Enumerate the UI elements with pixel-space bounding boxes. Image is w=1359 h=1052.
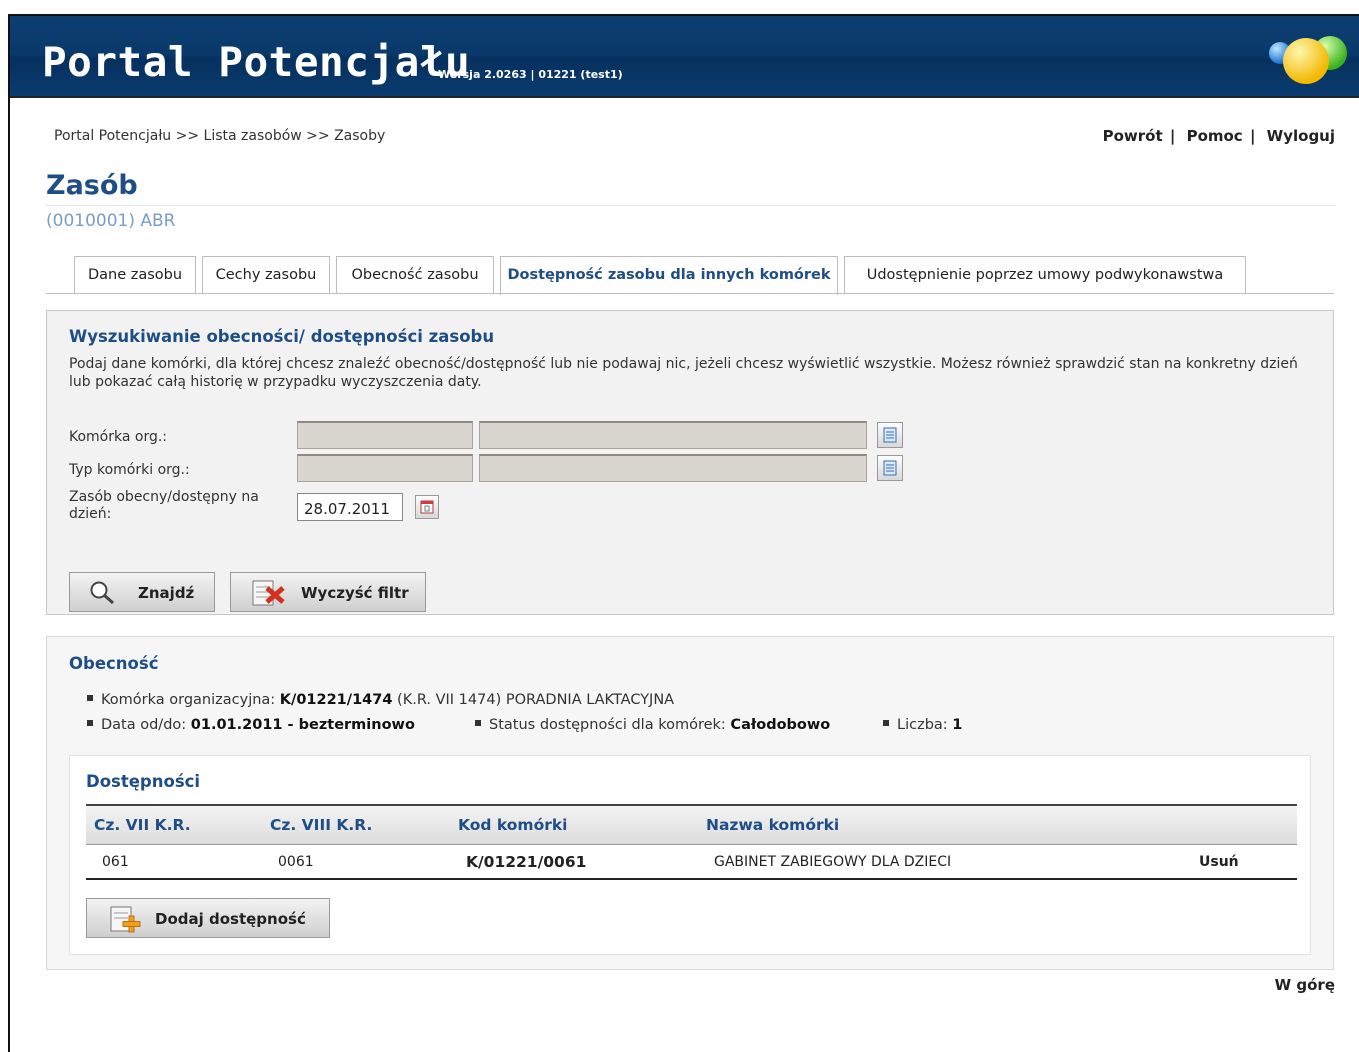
add-availability-button[interactable]: Dodaj dostępność	[86, 898, 330, 938]
app-frame: Portal Potencjału Wersja 2.0263 | 01221 …	[8, 14, 1359, 1052]
column-header-cz7[interactable]: Cz. VII K.R.	[86, 804, 262, 845]
breadcrumb[interactable]: Portal Potencjału >> Lista zasobów >> Za…	[54, 128, 385, 144]
tab-udostepnienie[interactable]: Udostępnienie poprzez umowy podwykonawst…	[844, 256, 1246, 294]
presence-panel: Obecność Komórka organizacyjna: K/01221/…	[46, 636, 1334, 970]
tab-obecnosc-zasobu[interactable]: Obecność zasobu	[336, 256, 494, 294]
magnifier-icon	[90, 581, 114, 605]
presence-title: Obecność	[69, 654, 159, 673]
org-unit-picker-button[interactable]	[877, 422, 903, 448]
status-info: Status dostępności dla komórek: Całodobo…	[475, 717, 830, 733]
header-banner: Portal Potencjału Wersja 2.0263 | 01221 …	[10, 16, 1359, 98]
clear-filter-button[interactable]: Wyczyść filtr	[230, 572, 426, 612]
date-label: Zasób obecny/dostępny na dzień:	[69, 489, 259, 522]
column-header-name[interactable]: Nazwa komórki	[698, 804, 1199, 845]
org-unit-name-field[interactable]	[479, 421, 867, 449]
list-icon	[883, 460, 897, 476]
logo-icon	[1243, 26, 1353, 88]
count-value: 1	[952, 717, 963, 733]
org-unit-type-name-field[interactable]	[479, 454, 867, 482]
status-value: Całodobowo	[730, 717, 831, 733]
org-unit-type-picker-button[interactable]	[877, 455, 903, 481]
org-unit-code: K/01221/1474	[279, 692, 393, 708]
org-unit-label: Komórka org.:	[69, 429, 168, 445]
date-info: Data od/do: 01.01.2011 - bezterminowo	[87, 717, 415, 733]
date-input[interactable]	[297, 493, 403, 521]
app-title: Portal Potencjału	[42, 38, 471, 86]
list-icon	[883, 427, 897, 443]
column-header-action	[1199, 804, 1297, 845]
table-header-row: Cz. VII K.R. Cz. VIII K.R. Kod komórki N…	[86, 804, 1297, 845]
tab-dostepnosc-zasobu[interactable]: Dostępność zasobu dla innych komórek	[500, 256, 838, 295]
page-subtitle: (0010001) ABR	[46, 211, 176, 231]
cell-code: K/01221/0061	[450, 844, 698, 880]
column-header-cz8[interactable]: Cz. VIII K.R.	[262, 804, 450, 845]
availability-panel: Dostępności Cz. VII K.R. Cz. VIII K.R. K…	[69, 755, 1311, 955]
search-description: Podaj dane komórki, dla której chcesz zn…	[69, 356, 1298, 390]
cell-name: GABINET ZABIEGOWY DLA DZIECI	[698, 844, 1199, 880]
find-button[interactable]: Znajdź	[69, 572, 215, 612]
column-header-code[interactable]: Kod komórki	[450, 804, 698, 845]
delete-link[interactable]: Usuń	[1199, 844, 1297, 880]
org-unit-type-label: Typ komórki org.:	[69, 462, 190, 478]
search-title: Wyszukiwanie obecności/ dostępności zaso…	[69, 327, 495, 346]
search-panel: Wyszukiwanie obecności/ dostępności zaso…	[46, 310, 1334, 615]
cell-cz8: 0061	[262, 844, 450, 880]
clear-filter-label: Wyczyść filtr	[301, 584, 409, 602]
add-document-icon	[110, 906, 141, 933]
cell-cz7: 061	[86, 844, 262, 880]
help-link[interactable]: Pomoc	[1187, 127, 1243, 145]
tab-cechy-zasobu[interactable]: Cechy zasobu	[202, 256, 330, 294]
divider	[46, 205, 1336, 206]
separator: |	[1169, 127, 1176, 145]
org-unit-info: Komórka organizacyjna: K/01221/1474 (K.R…	[87, 692, 674, 708]
back-to-top-link[interactable]: W górę	[1275, 976, 1335, 994]
page-title: Zasób	[46, 170, 138, 201]
clear-filter-icon	[252, 580, 285, 606]
calendar-button[interactable]	[415, 495, 439, 519]
tab-dane-zasobu[interactable]: Dane zasobu	[74, 256, 196, 294]
count-info: Liczba: 1	[883, 717, 962, 733]
add-availability-label: Dodaj dostępność	[155, 910, 306, 928]
separator: |	[1249, 127, 1256, 145]
version-info: Wersja 2.0263 | 01221 (test1)	[438, 68, 623, 81]
availability-title: Dostępności	[86, 772, 201, 791]
availability-table: Cz. VII K.R. Cz. VIII K.R. Kod komórki N…	[86, 804, 1297, 880]
org-unit-code-field[interactable]	[297, 421, 473, 449]
org-unit-type-code-field[interactable]	[297, 454, 473, 482]
table-row: 061 0061 K/01221/0061 GABINET ZABIEGOWY …	[86, 844, 1297, 880]
date-range: 01.01.2011 - bezterminowo	[190, 717, 415, 733]
tabs-divider	[46, 293, 1334, 294]
logout-link[interactable]: Wyloguj	[1267, 127, 1335, 145]
top-links: Powrót | Pomoc | Wyloguj	[1103, 127, 1335, 145]
calendar-icon	[420, 500, 434, 514]
back-link[interactable]: Powrót	[1103, 127, 1163, 145]
find-button-label: Znajdź	[138, 584, 195, 602]
